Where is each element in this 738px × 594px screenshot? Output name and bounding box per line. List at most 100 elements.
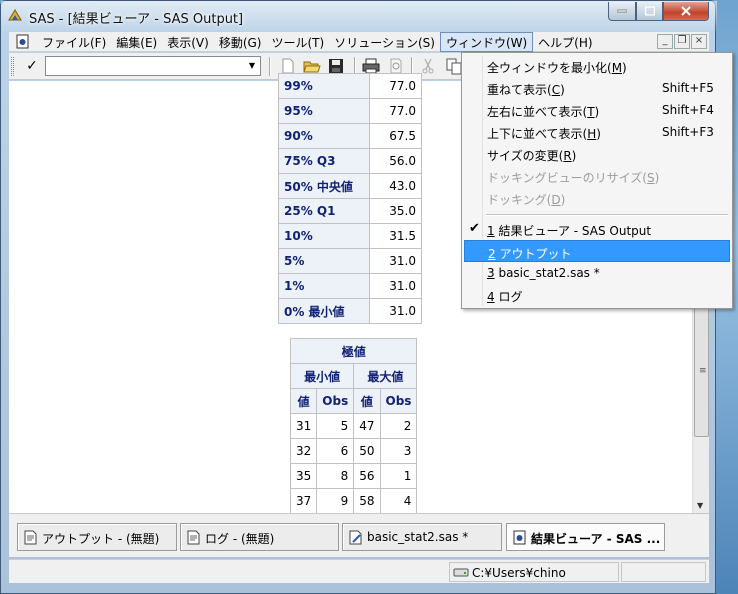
menu-item-shortcut: Shift+F3 xyxy=(662,125,714,139)
menu-item-resize[interactable]: サイズの変更(R) xyxy=(464,143,730,165)
menu-item-tile-vertical[interactable]: 左右に並べて表示(T) Shift+F4 xyxy=(464,99,730,121)
menu-item-window-4[interactable]: 4 ログ xyxy=(464,284,730,306)
window-tab-log[interactable]: ログ - (無題) xyxy=(180,523,339,551)
menu-item-accel-key: 3 xyxy=(487,266,495,280)
menu-file[interactable]: ファイル(F) xyxy=(37,32,111,52)
minimize-icon xyxy=(617,9,627,13)
menu-item-accel-key: S xyxy=(646,171,655,185)
menu-help[interactable]: ヘルプ(H) xyxy=(533,32,597,52)
table-row: 75% Q3 56.0 xyxy=(278,148,422,174)
quantile-value: 31.0 xyxy=(369,273,422,299)
menu-item-window-2[interactable]: 2 アウトプット xyxy=(464,240,730,262)
min-obs: 6 xyxy=(316,438,355,464)
table-row: 25% Q1 35.0 xyxy=(278,198,422,224)
menu-view[interactable]: 表示(V) xyxy=(162,32,214,52)
child-close-button[interactable]: × xyxy=(691,34,707,49)
scroll-down-icon[interactable]: ▼ xyxy=(697,501,703,510)
quantile-label: 99% xyxy=(278,73,370,99)
col-obs-header: Obs xyxy=(379,388,418,414)
menu-item-minimize-all[interactable]: 全ウィンドウを最小化(M) xyxy=(464,55,730,77)
window-tab-label: 結果ビューア - SAS ... xyxy=(531,532,661,546)
table-row: 最小値 最大値 xyxy=(289,363,418,389)
menu-item-accel-key: R xyxy=(563,149,572,163)
menu-item-accel-key: H xyxy=(587,127,597,141)
child-restore-icon: ❐ xyxy=(677,35,687,46)
quantiles-table: 99% 77.0 95% 77.0 90% 67.5 75% Q3 56.0 50% 中… xyxy=(278,73,422,324)
child-close-icon: × xyxy=(694,35,704,46)
menu-item-window-3[interactable]: 3 basic_stat2.sas * xyxy=(464,262,730,284)
menu-item-window-1[interactable]: ✔ 1 結果ビューア - SAS Output xyxy=(464,218,730,240)
menu-item-label: 1 結果ビューア - SAS Output xyxy=(487,222,651,239)
quantile-label: 90% xyxy=(278,123,370,149)
window-bar: アウトプット - (無題) ログ - (無題) basic_stat2.sas … xyxy=(9,513,709,557)
chevron-down-icon[interactable]: ▼ xyxy=(244,57,260,75)
scroll-thumb[interactable]: ≡ xyxy=(694,307,709,437)
menu-separator xyxy=(486,214,728,216)
table-row: 31 5 47 2 xyxy=(289,413,418,439)
menu-item-cascade[interactable]: 重ねて表示(C) Shift+F5 xyxy=(464,77,730,99)
close-button[interactable] xyxy=(663,2,709,21)
quantile-value: 43.0 xyxy=(369,173,422,199)
quantile-label: 25% Q1 xyxy=(278,198,370,224)
menu-item-shortcut: Shift+F5 xyxy=(662,81,714,95)
menu-item-accel-key: T xyxy=(587,105,595,119)
quantile-label: 50% 中央値 xyxy=(278,173,370,199)
max-obs: 1 xyxy=(379,463,418,489)
status-pane xyxy=(621,562,706,582)
document-icon[interactable] xyxy=(15,34,30,49)
menu-item-tile-horizontal[interactable]: 上下に並べて表示(H) Shift+F3 xyxy=(464,121,730,143)
table-row: 32 6 50 3 xyxy=(289,438,418,464)
command-box[interactable]: ▼ xyxy=(45,56,261,76)
window-tab-output[interactable]: アウトプット - (無題) xyxy=(17,523,177,551)
col-value-header: 値 xyxy=(289,388,318,414)
table-row: 90% 67.5 xyxy=(278,123,422,149)
extremes-table: 極値 最小値 最大値 値 Obs 値 Obs 31 5 47 2 32 6 50… xyxy=(289,338,418,514)
col-value-header: 値 xyxy=(353,388,381,414)
menu-item-label-end: ) xyxy=(594,105,600,119)
close-icon xyxy=(681,6,691,16)
max-value: 47 xyxy=(353,413,381,439)
min-obs: 9 xyxy=(316,488,355,514)
table-row: 99% 77.0 xyxy=(278,73,422,99)
menu-solutions[interactable]: ソリューション(S) xyxy=(329,32,440,52)
menu-item-label: ドッキングビューのリサイズ(S) xyxy=(487,169,659,186)
quantile-value: 67.5 xyxy=(369,123,422,149)
quantile-value: 35.0 xyxy=(369,198,422,224)
menu-item-label: 左右に並べて表示(T) xyxy=(487,103,599,120)
current-folder-pane[interactable]: C:¥Users¥chino xyxy=(449,562,619,582)
max-value: 58 xyxy=(353,488,381,514)
toolbar-grip[interactable] xyxy=(11,57,14,76)
minimize-button[interactable] xyxy=(608,2,636,21)
menu-tools[interactable]: ツール(T) xyxy=(266,32,329,52)
menu-item-label: ドッキング(D) xyxy=(487,191,565,208)
min-obs: 5 xyxy=(316,413,355,439)
maximize-button[interactable] xyxy=(636,2,663,21)
min-value: 35 xyxy=(289,463,318,489)
quantile-label: 1% xyxy=(278,273,370,299)
menu-item-label: 上下に並べて表示(H) xyxy=(487,125,601,142)
quantile-value: 31.5 xyxy=(369,223,422,249)
sas-app-icon xyxy=(8,9,22,21)
submit-command-button[interactable]: ✓ xyxy=(21,56,43,76)
menu-edit[interactable]: 編集(E) xyxy=(111,32,162,52)
window-tab-results[interactable]: 結果ビューア - SAS ... xyxy=(506,523,665,551)
table-row: 5% 31.0 xyxy=(278,248,422,274)
child-minimize-button[interactable]: _ xyxy=(657,34,673,49)
max-value: 56 xyxy=(353,463,381,489)
max-obs: 2 xyxy=(379,413,418,439)
menu-item-accel-key: 1 xyxy=(487,224,495,238)
window-tab-program[interactable]: basic_stat2.sas * xyxy=(342,523,502,551)
menu-item-label: 3 basic_stat2.sas * xyxy=(487,266,600,280)
results-viewer-icon xyxy=(513,530,526,545)
menu-item-label-end: ) xyxy=(596,127,601,141)
child-restore-button[interactable]: ❐ xyxy=(674,34,690,49)
menu-item-shortcut: Shift+F4 xyxy=(662,103,714,117)
menu-window[interactable]: ウィンドウ(W) xyxy=(439,32,534,52)
table-row: 値 Obs 値 Obs xyxy=(289,388,418,414)
min-header: 最小値 xyxy=(289,363,355,389)
menu-item-label-text: 左右に並べて表示( xyxy=(487,105,588,119)
menu-go[interactable]: 移動(G) xyxy=(214,32,267,52)
toolbar-separator xyxy=(269,57,271,76)
min-value: 31 xyxy=(289,413,318,439)
menu-item-label-end: ) xyxy=(622,61,627,75)
